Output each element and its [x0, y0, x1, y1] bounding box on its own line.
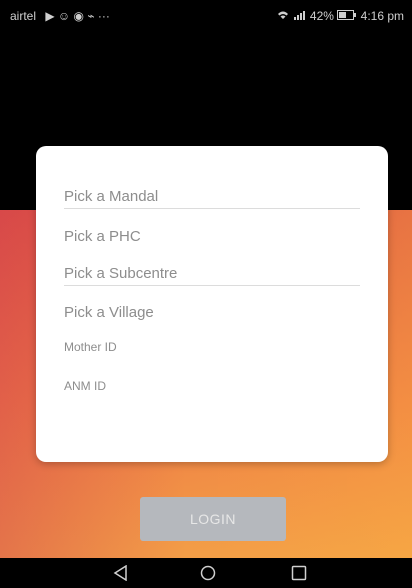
- status-right: 42% 4:16 pm: [277, 9, 404, 23]
- wifi-icon: [277, 9, 292, 23]
- anm-id-input[interactable]: ANM ID: [64, 379, 360, 393]
- status-left: airtel ▶ ☺ ◉ ⌁ ···: [10, 9, 110, 23]
- mother-id-input[interactable]: Mother ID: [64, 340, 360, 354]
- home-circle-icon[interactable]: [199, 565, 217, 581]
- subcentre-underline: [64, 285, 360, 286]
- battery-icon: [337, 9, 360, 23]
- battery-percent: 42%: [309, 9, 334, 23]
- notification-icons: ▶ ☺ ◉ ⌁ ···: [45, 9, 110, 23]
- recents-square-icon[interactable]: [290, 565, 308, 581]
- mandal-picker[interactable]: Pick a Mandal: [64, 188, 360, 205]
- login-button[interactable]: LOGIN: [140, 497, 286, 541]
- village-picker[interactable]: Pick a Village: [64, 304, 360, 321]
- navigation-bar: [0, 558, 412, 588]
- login-form-card: Pick a Mandal Pick a PHC Pick a Subcentr…: [36, 146, 388, 462]
- back-triangle-icon[interactable]: [112, 565, 130, 581]
- status-bar: airtel ▶ ☺ ◉ ⌁ ··· 42% 4:16 pm: [0, 0, 412, 34]
- status-time: 4:16 pm: [360, 9, 404, 23]
- carrier-label: airtel: [10, 9, 37, 23]
- mandal-underline: [64, 208, 360, 209]
- subcentre-picker[interactable]: Pick a Subcentre: [64, 265, 360, 282]
- signal-icon: [293, 9, 310, 23]
- phc-picker[interactable]: Pick a PHC: [64, 228, 360, 245]
